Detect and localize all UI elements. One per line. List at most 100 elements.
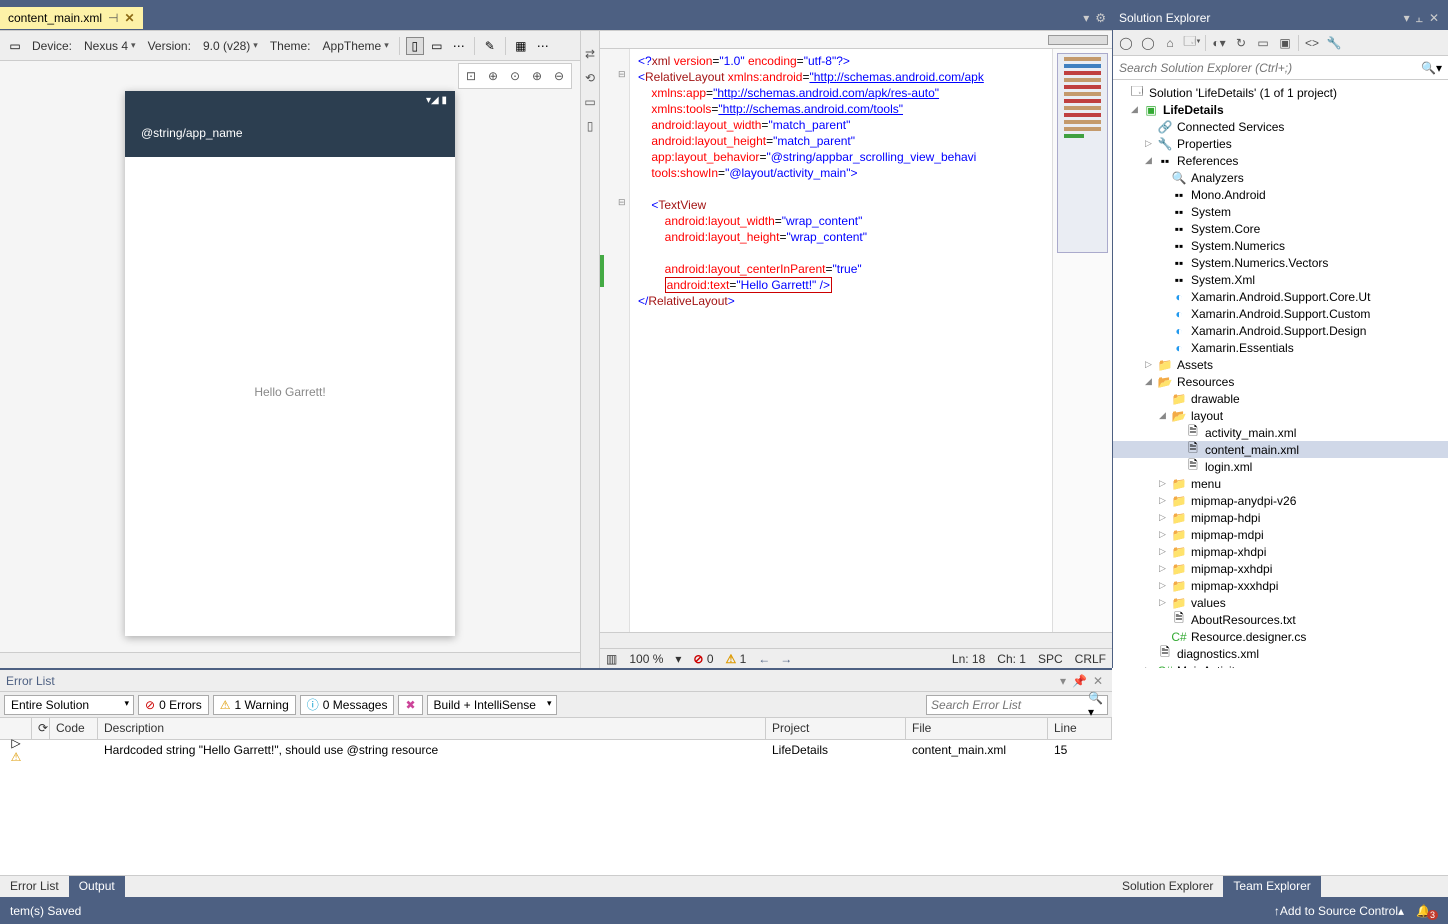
hello-textview[interactable]: Hello Garrett! (254, 385, 325, 399)
tree-project[interactable]: ◢▣LifeDetails (1113, 101, 1448, 118)
solution-search[interactable]: 🔍 ▾ (1113, 56, 1448, 80)
nav-fwd-icon[interactable]: → (780, 652, 792, 666)
zoom-reset-icon[interactable]: ⊙ (505, 66, 525, 86)
pin-icon[interactable]: 📌 (1069, 674, 1090, 688)
tab-content-main[interactable]: content_main.xml ⊣ ✕ (0, 7, 143, 29)
tree-solution-root[interactable]: 🗔Solution 'LifeDetails' (1 of 1 project) (1113, 84, 1448, 101)
tree-ref[interactable]: ▪▪System.Numerics (1113, 237, 1448, 254)
tree-mipmap[interactable]: ▷📁mipmap-xhdpi (1113, 543, 1448, 560)
tree-ref[interactable]: ◐Xamarin.Android.Support.Custom (1113, 305, 1448, 322)
code-minimap[interactable] (1052, 49, 1112, 632)
error-list-headers[interactable]: ⟳ Code Description Project File Line (0, 718, 1112, 740)
warning-count[interactable]: 1 (740, 652, 747, 666)
theme-dropdown[interactable]: AppTheme (319, 37, 393, 55)
scope-dropdown[interactable]: Entire Solution (4, 695, 134, 715)
tree-mipmap[interactable]: ▷📁mipmap-xxhdpi (1113, 560, 1448, 577)
expand-icon[interactable]: ▯ (587, 119, 594, 133)
code-scrollbar[interactable] (600, 632, 1112, 648)
zoom-in-icon[interactable]: ⊕ (527, 66, 547, 86)
code-icon[interactable]: <> (1303, 34, 1321, 52)
tab-output[interactable]: Output (69, 876, 125, 897)
search-input[interactable] (1119, 61, 1421, 75)
ellipsis-icon[interactable]: ⋯ (450, 37, 468, 55)
tree-properties[interactable]: ▷🔧Properties (1113, 135, 1448, 152)
swap-icon[interactable]: ⇄ (585, 47, 595, 61)
gear-icon[interactable]: ⚙ (1095, 11, 1106, 25)
tree-drawable[interactable]: 📁drawable (1113, 390, 1448, 407)
tree-resources[interactable]: ◢📂Resources (1113, 373, 1448, 390)
split-handle[interactable] (1048, 35, 1108, 45)
zoom-out-icon[interactable]: ⊖ (549, 66, 569, 86)
zoom-level[interactable]: 100 % (629, 652, 663, 666)
errors-filter[interactable]: ⊘0 Errors (138, 695, 209, 715)
tree-ref[interactable]: ◐Xamarin.Android.Support.Design (1113, 322, 1448, 339)
tree-diagnostics[interactable]: 🗎diagnostics.xml (1113, 645, 1448, 662)
tab-team-explorer[interactable]: Team Explorer (1223, 876, 1320, 897)
scope-icon[interactable]: ◐▾ (1210, 34, 1228, 52)
collapse-icon[interactable]: ▭ (1254, 34, 1272, 52)
dropdown-icon[interactable]: ▾ (1083, 11, 1089, 25)
device-dropdown[interactable]: Nexus 4 (80, 37, 140, 55)
back-icon[interactable]: ◯ (1117, 34, 1135, 52)
tab-error-list[interactable]: Error List (0, 876, 69, 897)
warnings-filter[interactable]: ⚠1 Warning (213, 695, 296, 715)
code-editor[interactable]: ⊟ ⊟ <?xml version="1.0" encoding="utf-8"… (600, 31, 1112, 668)
tree-ref[interactable]: ▪▪System.Numerics.Vectors (1113, 254, 1448, 271)
portrait-icon[interactable]: ▯ (406, 37, 424, 55)
tree-about-resources[interactable]: 🗎AboutResources.txt (1113, 611, 1448, 628)
close-icon[interactable]: ✕ (125, 11, 135, 25)
tree-references[interactable]: ◢▪▪References (1113, 152, 1448, 169)
version-dropdown[interactable]: 9.0 (v28) (199, 37, 262, 55)
search-icon[interactable]: 🔍 (1421, 61, 1436, 75)
dropdown-icon[interactable]: ▴ (1398, 904, 1404, 918)
error-row[interactable]: ▷ ⚠ Hardcoded string "Hello Garrett!", s… (0, 740, 1112, 760)
dropdown-icon[interactable]: ▾ (1401, 11, 1413, 25)
xaml-filter-icon[interactable]: ✖ (398, 695, 422, 715)
tree-main-activity[interactable]: ▷C#MainActivity.cs (1113, 662, 1448, 668)
sync-icon[interactable]: ⟲ (585, 71, 595, 85)
tree-layout-file[interactable]: 🗎content_main.xml (1113, 441, 1448, 458)
tree-ref[interactable]: ▪▪System.Core (1113, 220, 1448, 237)
brush-icon[interactable]: ✎ (481, 37, 499, 55)
tree-layout[interactable]: ◢📂layout (1113, 407, 1448, 424)
tree-mipmap[interactable]: ▷📁mipmap-anydpi-v26 (1113, 492, 1448, 509)
target-icon[interactable]: ⊡ (461, 66, 481, 86)
dropdown-icon[interactable]: ▾ (1057, 674, 1069, 688)
tree-mipmap[interactable]: ▷📁mipmap-hdpi (1113, 509, 1448, 526)
pointer-icon[interactable]: ▭ (6, 37, 24, 55)
fwd-icon[interactable]: ◯ (1139, 34, 1157, 52)
tree-layout-file[interactable]: 🗎login.xml (1113, 458, 1448, 475)
tree-ref[interactable]: ◐Xamarin.Android.Support.Core.Ut (1113, 288, 1448, 305)
tree-mipmap[interactable]: ▷📁mipmap-xxxhdpi (1113, 577, 1448, 594)
properties-icon[interactable]: 🔧 (1325, 34, 1343, 52)
split-toggle-icon[interactable]: ▥ (606, 652, 617, 666)
build-filter-dropdown[interactable]: Build + IntelliSense (427, 695, 557, 715)
error-count[interactable]: 0 (707, 652, 714, 666)
tree-ref[interactable]: ▪▪Mono.Android (1113, 186, 1448, 203)
tree-ref[interactable]: ▪▪System.Xml (1113, 271, 1448, 288)
nav-back-icon[interactable]: ← (758, 652, 770, 666)
search-icon[interactable]: 🔍▾ (1088, 691, 1103, 719)
dropdown-icon[interactable]: ▾ (1436, 61, 1442, 75)
ellipsis-icon[interactable]: ⋯ (534, 37, 552, 55)
tree-values[interactable]: ▷📁values (1113, 594, 1448, 611)
home-icon[interactable]: ⌂ (1161, 34, 1179, 52)
zoom-dropdown-icon[interactable]: ▾ (675, 652, 681, 666)
fit-icon[interactable]: ⊕ (483, 66, 503, 86)
tree-connected-services[interactable]: 🔗Connected Services (1113, 118, 1448, 135)
landscape-icon[interactable]: ▭ (428, 37, 446, 55)
tree-ref[interactable]: ▪▪System (1113, 203, 1448, 220)
tree-ref[interactable]: 🔍Analyzers (1113, 169, 1448, 186)
tree-assets[interactable]: ▷📁Assets (1113, 356, 1448, 373)
collapse-icon[interactable]: ▭ (584, 95, 595, 109)
error-search[interactable]: 🔍▾ (926, 695, 1108, 715)
spaces-indicator[interactable]: SPC (1038, 652, 1063, 666)
sync-icon[interactable]: 🗔▾ (1183, 34, 1201, 52)
grid-icon[interactable]: ▦ (512, 37, 530, 55)
close-icon[interactable]: ✕ (1426, 11, 1442, 25)
pin-icon[interactable]: ⫠ (1413, 11, 1426, 26)
show-all-icon[interactable]: ▣ (1276, 34, 1294, 52)
horizontal-scrollbar[interactable] (0, 652, 580, 668)
pin-icon[interactable]: ⊣ (108, 11, 118, 25)
tree-mipmap[interactable]: ▷📁mipmap-mdpi (1113, 526, 1448, 543)
